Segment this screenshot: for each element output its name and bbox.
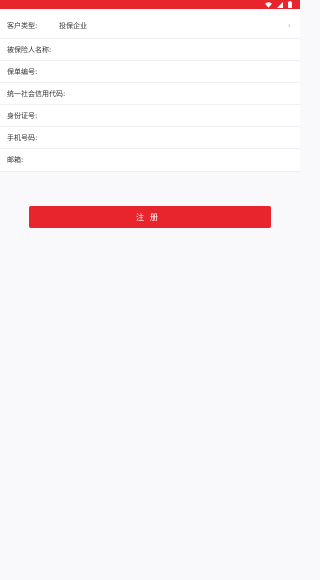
email-label: 邮箱: xyxy=(7,156,24,164)
credit-code-row: 统一社会信用代码: xyxy=(0,83,300,105)
id-number-row: 身份证号: xyxy=(0,105,300,127)
signal-icon xyxy=(277,1,283,8)
id-number-input[interactable] xyxy=(37,108,291,123)
policy-number-row: 保单编号: xyxy=(0,61,300,83)
customer-type-value[interactable]: 投保企业 xyxy=(59,21,284,31)
customer-type-label: 客户类型: xyxy=(7,21,38,30)
credit-code-label: 统一社会信用代码: xyxy=(7,89,66,98)
email-row: 邮箱: xyxy=(0,149,300,171)
chevron-right-icon: › xyxy=(287,21,291,30)
insured-name-label: 被保险人名称: xyxy=(7,45,52,54)
status-bar xyxy=(0,0,300,9)
id-number-label: 身份证号: xyxy=(7,111,38,120)
register-section: 注册 xyxy=(0,206,300,228)
phone-label: 手机号码: xyxy=(7,133,38,142)
email-input[interactable] xyxy=(23,153,291,167)
registration-form: 客户类型: 投保企业 › 被保险人名称: 保单编号: 统一社会信用代码: 身份证… xyxy=(0,9,300,172)
insured-name-row: 被保险人名称: xyxy=(0,39,300,61)
battery-icon xyxy=(288,1,292,8)
wifi-icon xyxy=(265,1,272,8)
phone-row: 手机号码: xyxy=(0,127,300,149)
register-button[interactable]: 注册 xyxy=(29,206,271,228)
phone-input[interactable] xyxy=(37,130,291,145)
customer-type-row[interactable]: 客户类型: 投保企业 › xyxy=(0,9,300,39)
credit-code-input[interactable] xyxy=(65,86,291,101)
policy-number-label: 保单编号: xyxy=(7,67,38,76)
policy-number-input[interactable] xyxy=(37,64,291,79)
insured-name-input[interactable] xyxy=(51,42,291,57)
